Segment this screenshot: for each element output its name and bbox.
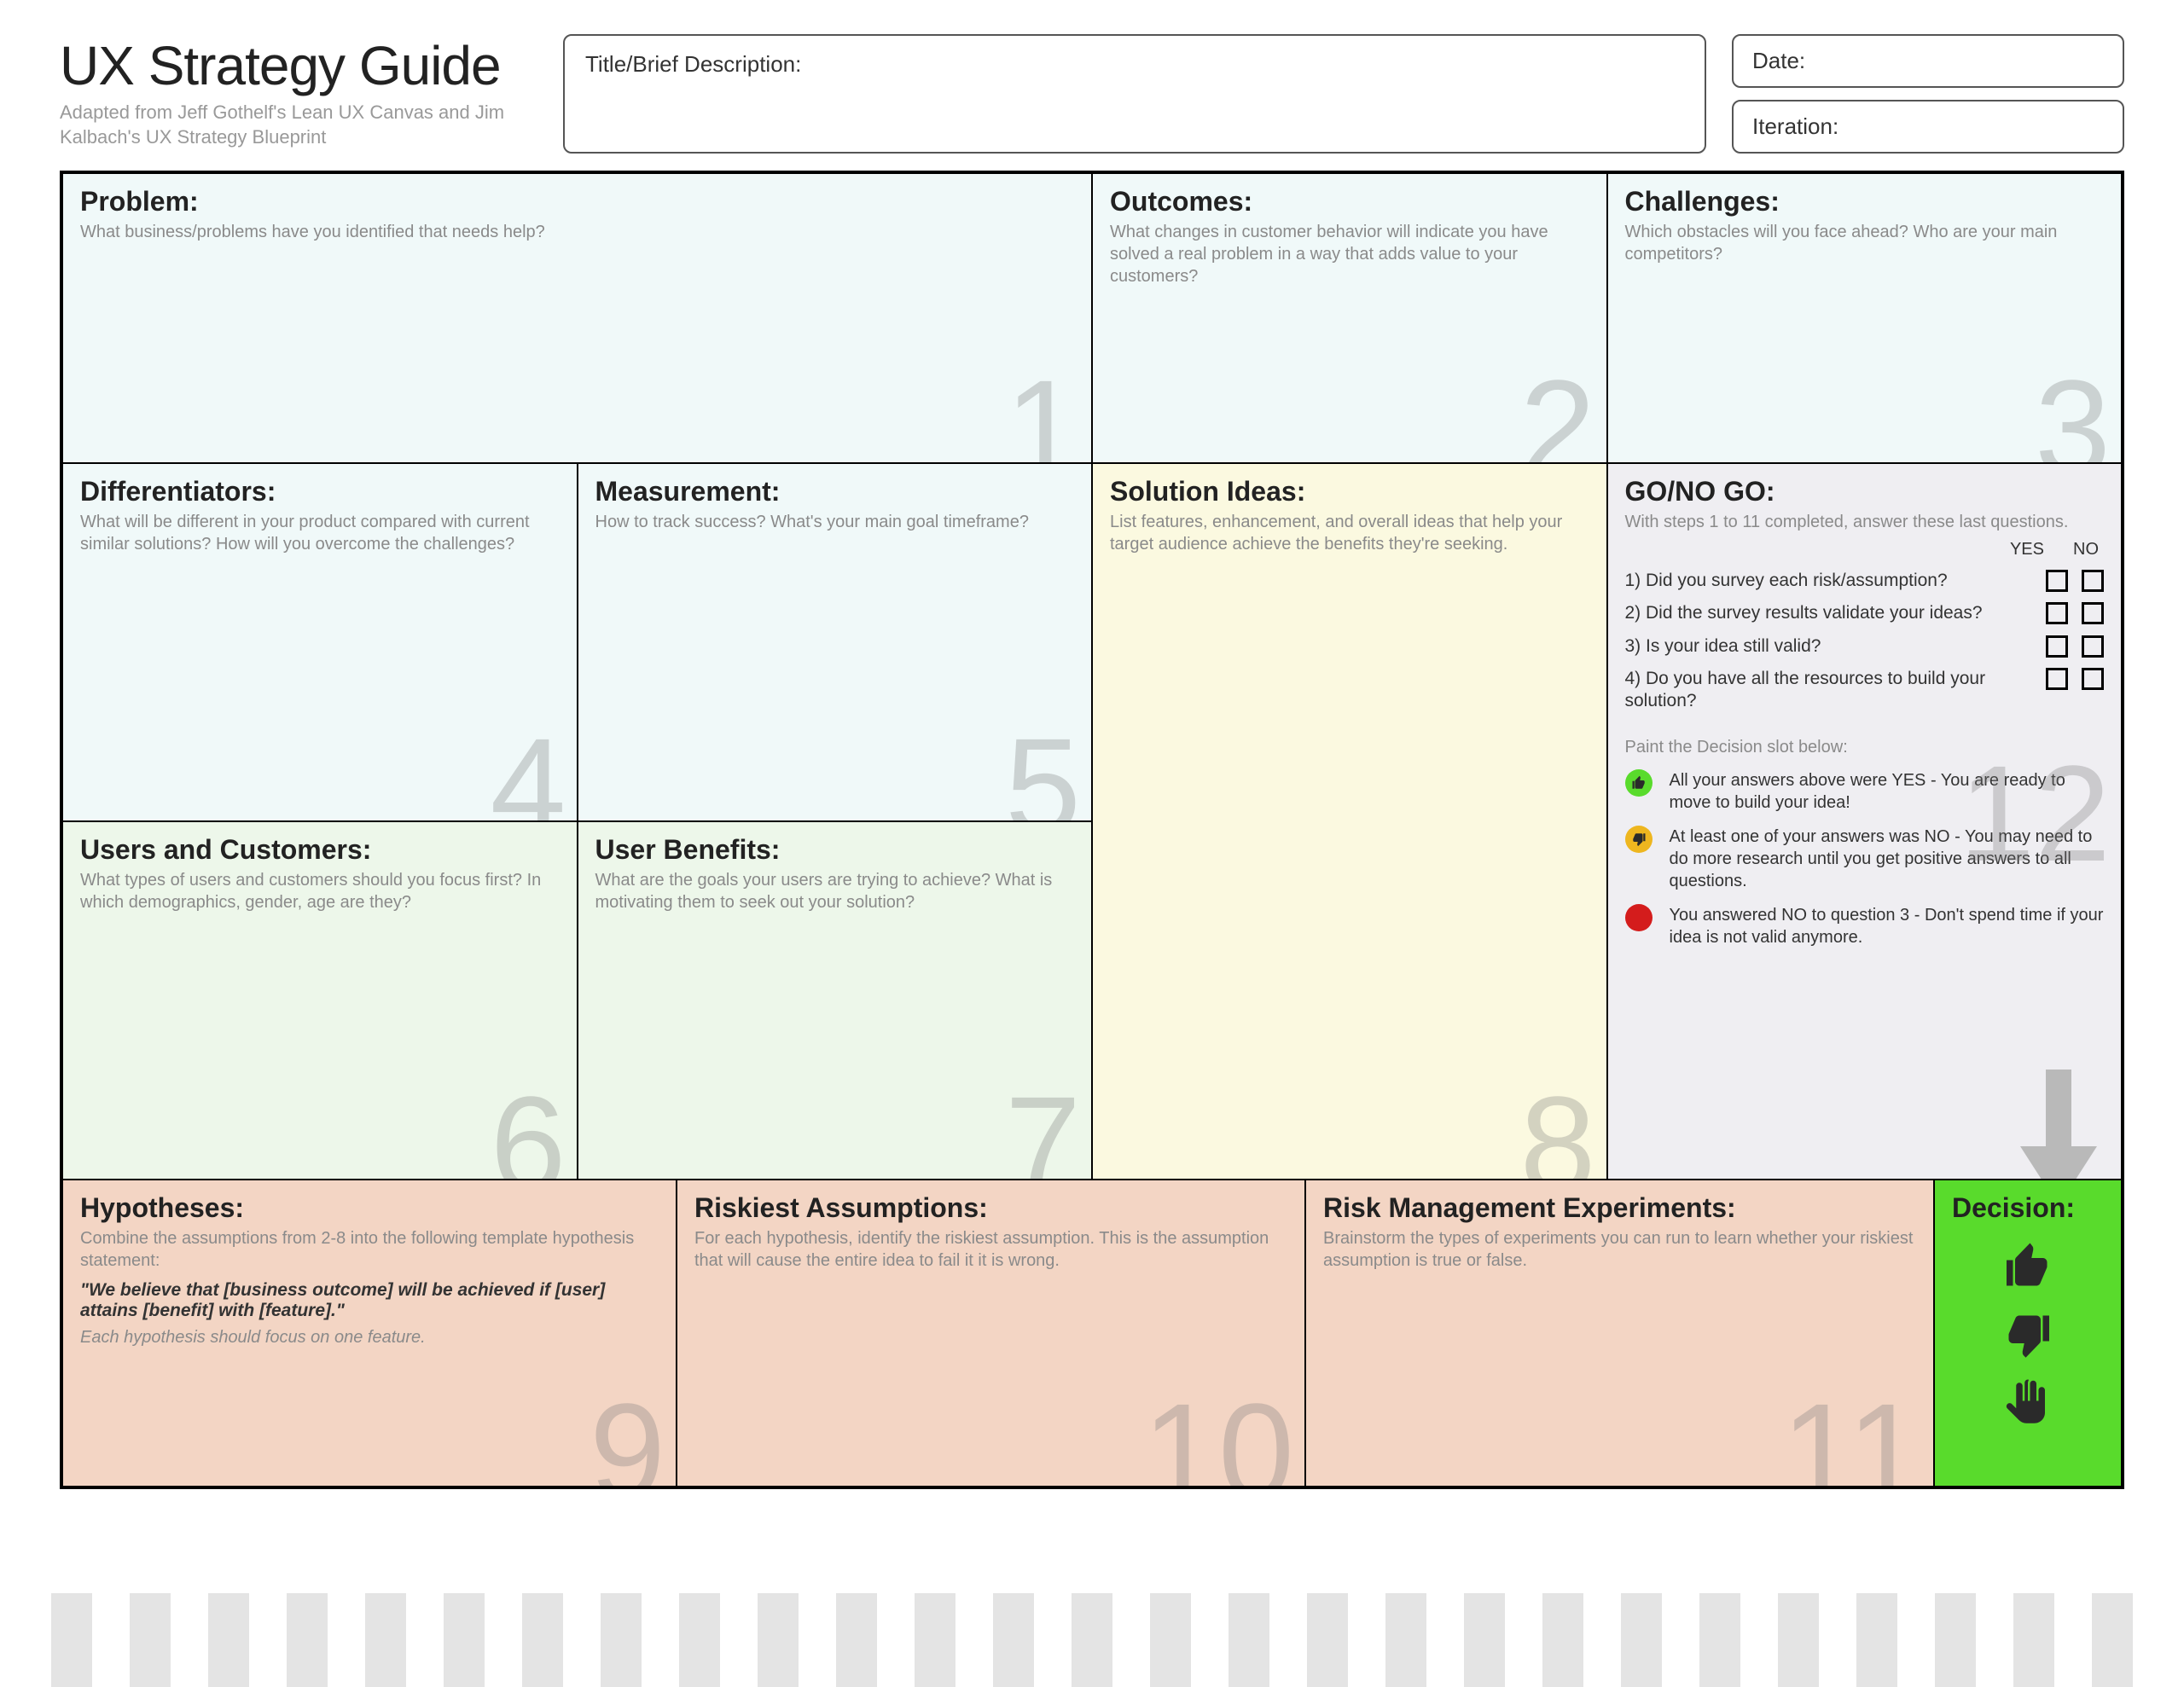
cell-title: Measurement:: [595, 476, 1075, 507]
cell-desc: What will be different in your product c…: [80, 511, 560, 555]
description-label: Title/Brief Description:: [585, 51, 801, 77]
thumbs-down-icon: [1625, 826, 1653, 853]
iteration-label: Iteration:: [1752, 113, 1838, 139]
cell-desc: What types of users and customers should…: [80, 869, 560, 913]
cell-solution-ideas[interactable]: Solution Ideas: List features, enhanceme…: [1092, 463, 1607, 1180]
checkbox-q3-no[interactable]: [2082, 635, 2104, 658]
description-field[interactable]: Title/Brief Description:: [563, 34, 1706, 154]
cell-number: 3: [2035, 360, 2111, 463]
date-label: Date:: [1752, 48, 1805, 73]
cell-desc: How to track success? What's your main g…: [595, 511, 1075, 533]
checkbox-q2-no[interactable]: [2082, 602, 2104, 624]
cell-title: Riskiest Assumptions:: [694, 1192, 1287, 1224]
legend-yellow: At least one of your answers was NO - Yo…: [1670, 826, 2105, 892]
cell-number: 1: [1005, 360, 1081, 463]
cell-number: 7: [1005, 1076, 1081, 1180]
cell-user-benefits[interactable]: User Benefits: What are the goals your u…: [578, 821, 1093, 1180]
date-field[interactable]: Date:: [1732, 34, 2124, 88]
cell-desc: For each hypothesis, identify the riskie…: [694, 1227, 1287, 1272]
cell-problem[interactable]: Problem: What business/problems have you…: [62, 173, 1092, 463]
cell-title: User Benefits:: [595, 834, 1075, 866]
cell-title: Solution Ideas:: [1110, 476, 1589, 507]
footer-stripes: [0, 1593, 2184, 1687]
go-question-1: 1) Did you survey each risk/assumption?: [1625, 570, 2033, 592]
go-question-3: 3) Is your idea still valid?: [1625, 635, 2033, 658]
yes-header: YES: [2010, 540, 2044, 559]
hypothesis-note: Each hypothesis should focus on one feat…: [80, 1328, 659, 1348]
paint-instruction: Paint the Decision slot below:: [1625, 738, 2105, 757]
cell-title: Risk Management Experiments:: [1323, 1192, 1916, 1224]
header-row: UX Strategy Guide Adapted from Jeff Goth…: [60, 34, 2124, 154]
cell-number: 8: [1520, 1076, 1596, 1180]
subtitle: Adapted from Jeff Gothelf's Lean UX Canv…: [60, 101, 537, 149]
arrow-down-icon: [2020, 1070, 2097, 1180]
cell-desc: List features, enhancement, and overall …: [1110, 511, 1589, 555]
checkbox-q1-no[interactable]: [2082, 570, 2104, 592]
thumbs-up-icon: [1625, 769, 1653, 797]
cell-desc: Which obstacles will you face ahead? Who…: [1625, 221, 2105, 265]
cell-title: Problem:: [80, 186, 1074, 217]
cell-desc: Brainstorm the types of experiments you …: [1323, 1227, 1916, 1272]
cell-number: 2: [1520, 360, 1596, 463]
cell-risk-management[interactable]: Risk Management Experiments: Brainstorm …: [1305, 1180, 1934, 1487]
thumbs-up-icon: [2002, 1241, 2053, 1292]
cell-title: GO/NO GO:: [1625, 476, 2105, 507]
cell-desc: With steps 1 to 11 completed, answer the…: [1625, 511, 2105, 533]
hand-stop-icon: [2002, 1377, 2053, 1429]
checkbox-q4-yes[interactable]: [2046, 668, 2068, 690]
cell-number: 10: [1142, 1383, 1294, 1487]
cell-riskiest-assumptions[interactable]: Riskiest Assumptions: For each hypothesi…: [677, 1180, 1305, 1487]
title-block: UX Strategy Guide Adapted from Jeff Goth…: [60, 34, 537, 154]
iteration-field[interactable]: Iteration:: [1732, 100, 2124, 154]
cell-number: 9: [590, 1383, 665, 1487]
cell-number: 11: [1781, 1383, 1923, 1487]
checkbox-q1-yes[interactable]: [2046, 570, 2068, 592]
cell-title: Differentiators:: [80, 476, 560, 507]
cell-hypotheses[interactable]: Hypotheses: Combine the assumptions from…: [62, 1180, 677, 1487]
cell-title: Challenges:: [1625, 186, 2105, 217]
cell-measurement[interactable]: Measurement: How to track success? What'…: [578, 463, 1093, 821]
cell-desc: What changes in customer behavior will i…: [1110, 221, 1589, 287]
checkbox-q3-yes[interactable]: [2046, 635, 2068, 658]
cell-outcomes[interactable]: Outcomes: What changes in customer behav…: [1092, 173, 1607, 463]
thumbs-down-icon: [2002, 1309, 2053, 1360]
cell-title: Users and Customers:: [80, 834, 560, 866]
cell-number: 4: [491, 718, 566, 821]
cell-title: Hypotheses:: [80, 1192, 659, 1224]
canvas-grid: Problem: What business/problems have you…: [60, 171, 2124, 1489]
cell-number: 5: [1005, 718, 1081, 821]
cell-differentiators[interactable]: Differentiators: What will be different …: [62, 463, 578, 821]
legend-green: All your answers above were YES - You ar…: [1670, 769, 2105, 814]
cell-users-customers[interactable]: Users and Customers: What types of users…: [62, 821, 578, 1180]
no-header: NO: [2073, 540, 2099, 559]
cell-desc: What are the goals your users are trying…: [595, 869, 1075, 913]
cell-desc: What business/problems have you identifi…: [80, 221, 1074, 243]
cell-go-no-go[interactable]: GO/NO GO: With steps 1 to 11 completed, …: [1607, 463, 2123, 1180]
cell-decision[interactable]: Decision:: [1934, 1180, 2122, 1487]
cell-challenges[interactable]: Challenges: Which obstacles will you fac…: [1607, 173, 2123, 463]
go-question-4: 4) Do you have all the resources to buil…: [1625, 668, 2033, 713]
hypothesis-template: "We believe that [business outcome] will…: [80, 1280, 659, 1321]
cell-desc: Combine the assumptions from 2-8 into th…: [80, 1227, 659, 1272]
checkbox-q4-no[interactable]: [2082, 668, 2104, 690]
legend-red: You answered NO to question 3 - Don't sp…: [1670, 904, 2105, 948]
go-question-2: 2) Did the survey results validate your …: [1625, 602, 2033, 624]
cell-title: Outcomes:: [1110, 186, 1589, 217]
main-title: UX Strategy Guide: [60, 34, 537, 97]
cell-title: Decision:: [1952, 1192, 2104, 1224]
cell-number: 6: [491, 1076, 566, 1180]
checkbox-q2-yes[interactable]: [2046, 602, 2068, 624]
stop-icon: [1625, 904, 1653, 931]
